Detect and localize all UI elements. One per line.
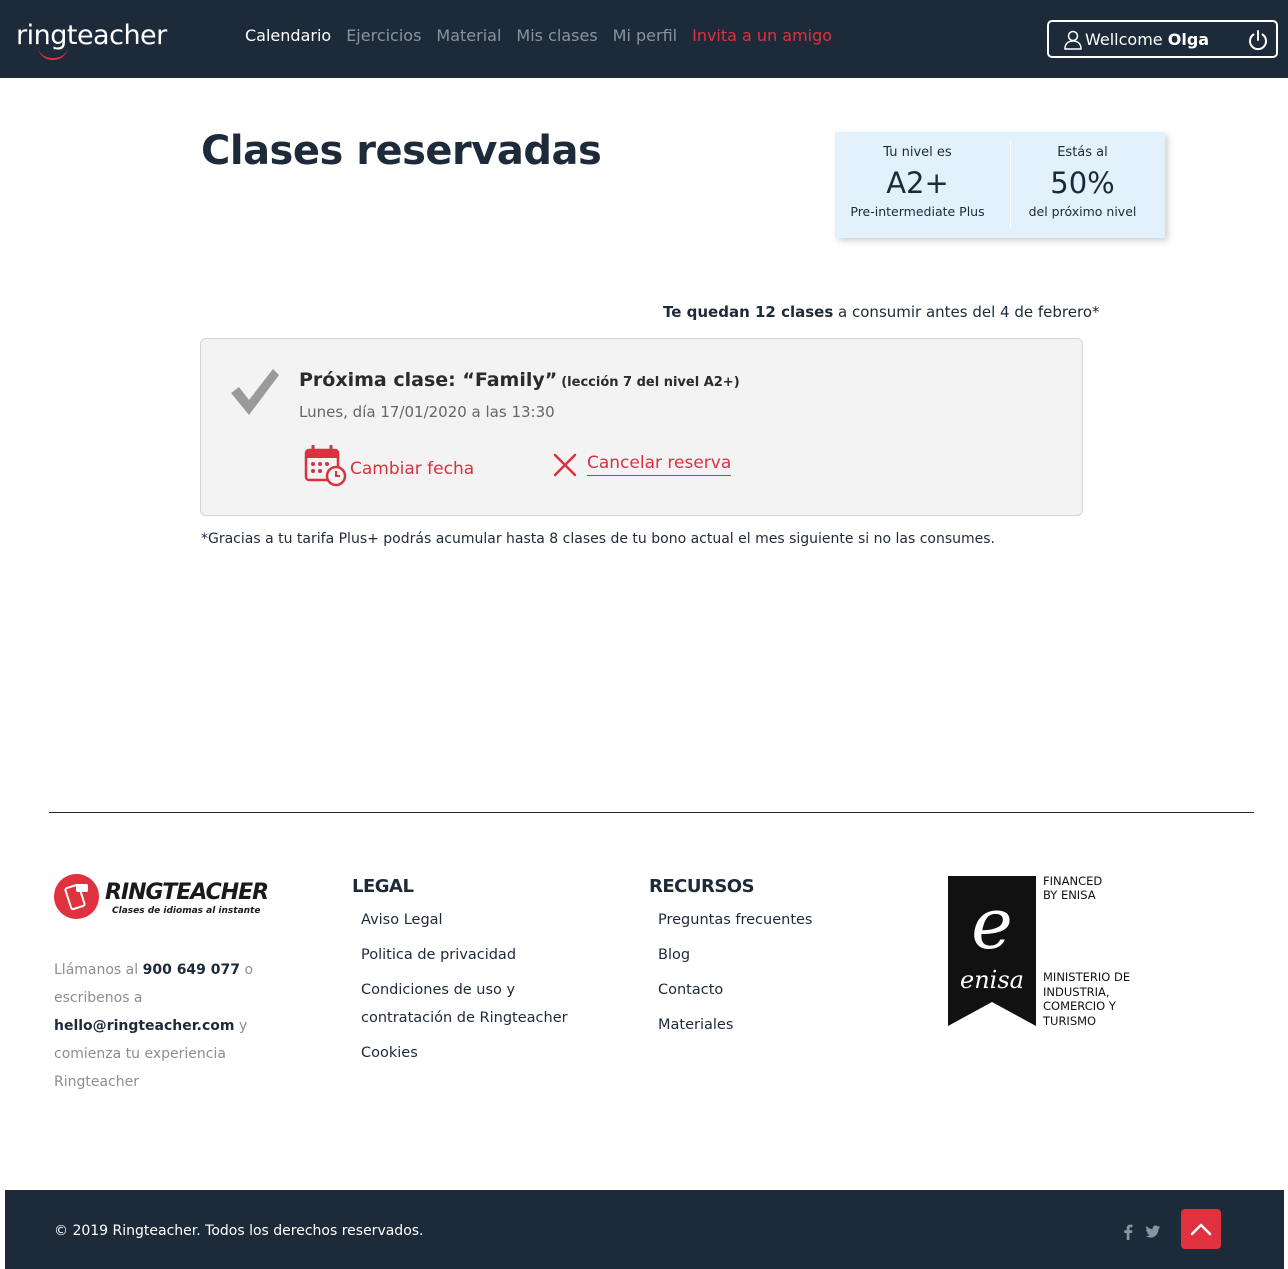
progress-column: Estás al 50% del próximo nivel — [1000, 132, 1165, 238]
bottom-bar: © 2019 Ringteacher. Todos los derechos r… — [5, 1190, 1284, 1269]
change-date-button[interactable]: Cambiar fecha — [304, 445, 504, 489]
nav-calendario[interactable]: Calendario — [245, 26, 331, 45]
svg-text:e: e — [971, 883, 1012, 965]
next-class-card: Próxima clase: “Family” (lección 7 del ni… — [200, 338, 1083, 516]
level-column: Tu nivel es A2+ Pre-intermediate Plus — [835, 132, 1000, 238]
change-date-label: Cambiar fecha — [350, 459, 475, 479]
ringteacher-logo[interactable]: ringteacher — [16, 20, 167, 60]
chevron-up-icon — [1190, 1223, 1212, 1236]
cancel-booking-button[interactable]: Cancelar reserva — [551, 451, 771, 481]
link-contacto[interactable]: Contacto — [658, 976, 878, 1004]
plus-note: *Gracias a tu tarifa Plus+ podrás acumul… — [201, 531, 995, 547]
legal-heading: LEGAL — [352, 876, 414, 897]
user-icon — [1064, 30, 1082, 50]
progress-value: 50% — [1050, 166, 1115, 200]
top-navbar: ringteacher Calendario Ejercicios Materi… — [0, 0, 1288, 78]
class-name: Próxima clase: “Family” — [299, 369, 558, 391]
resources-links: Preguntas frecuentes Blog Contacto Mater… — [658, 906, 878, 1046]
contact-call-text: Llámanos al — [54, 962, 143, 978]
nav-mis-clases[interactable]: Mis clases — [516, 26, 597, 45]
link-privacidad[interactable]: Politica de privacidad — [361, 941, 601, 969]
link-blog[interactable]: Blog — [658, 941, 878, 969]
check-icon — [231, 369, 279, 415]
enisa-ministry: MINISTERIO DE INDUSTRIA, COMERCIO Y TURI… — [1043, 970, 1131, 1028]
link-faq[interactable]: Preguntas frecuentes — [658, 906, 878, 934]
footer-divider — [49, 812, 1254, 813]
brand-name: RINGTEACHER — [105, 880, 269, 905]
link-cookies[interactable]: Cookies — [361, 1039, 601, 1067]
nav-mi-perfil[interactable]: Mi perfil — [613, 26, 677, 45]
footer-brand[interactable]: RINGTEACHER Clases de idiomas al instant… — [54, 874, 269, 922]
close-icon — [553, 453, 577, 477]
remaining-classes: Te quedan 12 clases a consumir antes del… — [663, 303, 1100, 321]
phone-chat-icon — [64, 883, 88, 911]
scroll-top-button[interactable] — [1181, 1209, 1221, 1249]
remaining-count: Te quedan 12 clases — [663, 303, 834, 321]
nav-material[interactable]: Material — [436, 26, 501, 45]
user-menu[interactable]: Wellcome Olga — [1047, 20, 1278, 58]
welcome-label: Wellcome — [1085, 30, 1163, 49]
enisa-logo: e enisa — [948, 876, 1036, 1026]
enisa-logo-text: enisa — [960, 966, 1024, 994]
calendar-clock-icon — [304, 445, 347, 487]
welcome-text: Wellcome Olga — [1085, 30, 1209, 49]
contact-phone[interactable]: 900 649 077 — [143, 962, 240, 978]
contact-email[interactable]: hello@ringteacher.com — [54, 1018, 235, 1034]
link-condiciones[interactable]: Condiciones de uso y contratación de Rin… — [361, 976, 601, 1032]
level-card: Tu nivel es A2+ Pre-intermediate Plus Es… — [835, 132, 1165, 238]
enisa-badge: e enisa FINANCED BY ENISA MINISTERIO DE … — [948, 874, 1148, 1030]
enisa-financed: FINANCED BY ENISA — [1043, 874, 1103, 902]
nav-invita-amigo[interactable]: Invita a un amigo — [692, 26, 832, 45]
copyright: © 2019 Ringteacher. Todos los derechos r… — [54, 1223, 424, 1239]
main-nav: Calendario Ejercicios Material Mis clase… — [245, 26, 832, 45]
link-materiales[interactable]: Materiales — [658, 1011, 878, 1039]
brand-logo-icon — [54, 874, 99, 919]
class-lesson: (lección 7 del nivel A2+) — [561, 375, 740, 390]
user-name: Olga — [1167, 30, 1210, 49]
contact-info: Llámanos al 900 649 077 o escribenos a h… — [54, 956, 274, 1096]
resources-heading: RECURSOS — [649, 876, 755, 897]
nav-ejercicios[interactable]: Ejercicios — [346, 26, 421, 45]
brand-tagline: Clases de idiomas al instante — [112, 906, 261, 916]
cancel-booking-label: Cancelar reserva — [587, 453, 732, 476]
facebook-icon[interactable] — [1123, 1224, 1133, 1240]
twitter-icon[interactable] — [1146, 1225, 1160, 1238]
progress-sub: del próximo nivel — [1028, 204, 1137, 219]
remaining-text: a consumir antes del 4 de febrero* — [833, 303, 1100, 321]
link-aviso-legal[interactable]: Aviso Legal — [361, 906, 601, 934]
next-class-date: Lunes, día 17/01/2020 a las 13:30 — [299, 403, 555, 421]
level-label: Tu nivel es — [883, 145, 952, 160]
next-class-title: Próxima clase: “Family” (lección 7 del ni… — [299, 369, 740, 391]
progress-label: Estás al — [1057, 145, 1108, 160]
legal-links: Aviso Legal Politica de privacidad Condi… — [361, 906, 601, 1074]
level-sub: Pre-intermediate Plus — [850, 204, 985, 219]
power-icon[interactable] — [1247, 29, 1269, 51]
page-title: Clases reservadas — [201, 128, 602, 174]
logo-swoosh-icon — [38, 46, 68, 60]
level-value: A2+ — [886, 166, 949, 200]
